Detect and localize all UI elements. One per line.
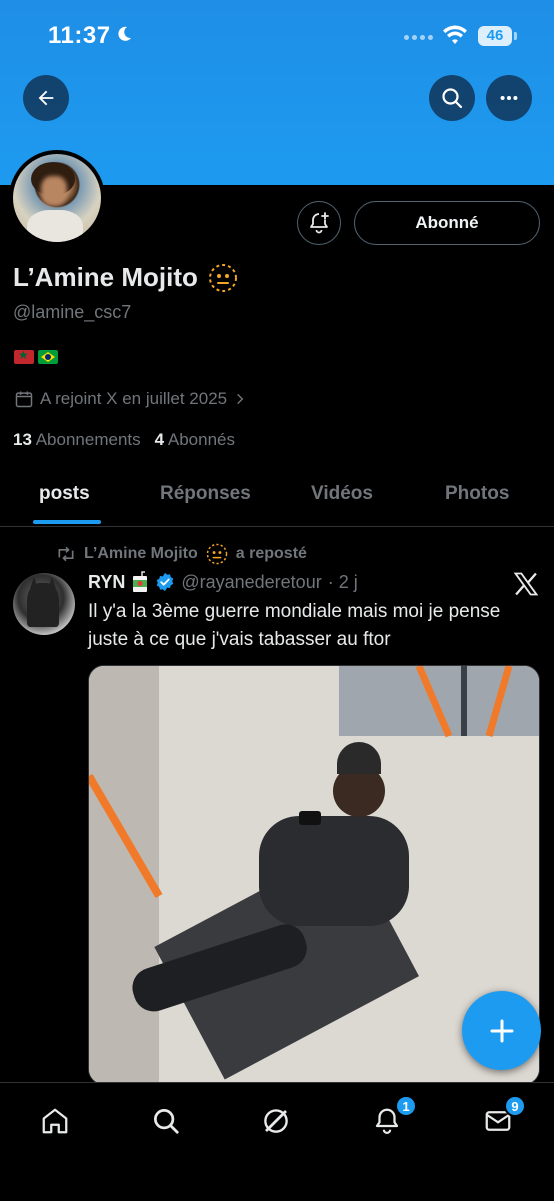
battery-tip (514, 32, 517, 40)
signal-icon (404, 35, 433, 40)
profile-tabs: posts Réponses Vidéos Photos (0, 468, 554, 527)
tab-replies[interactable]: Réponses (160, 483, 251, 505)
calendar-icon (15, 391, 33, 408)
post-age: · 2 j (327, 571, 358, 592)
active-tab-indicator (33, 520, 101, 524)
x-logo-icon[interactable] (512, 570, 540, 598)
more-button[interactable] (486, 75, 532, 121)
post-author-handle[interactable]: @rayanederetour (181, 572, 321, 593)
nav-search[interactable] (144, 1099, 188, 1143)
repost-author[interactable]: L’Amine Mojito (84, 545, 198, 563)
notify-button[interactable] (297, 201, 341, 245)
joined-text: A rejoint X en juillet 2025 (40, 389, 228, 408)
search-button[interactable] (429, 75, 475, 121)
brazil-flag-icon (38, 350, 58, 364)
post-author-name[interactable]: RYN (88, 572, 125, 593)
moon-icon (118, 26, 131, 41)
tab-posts[interactable]: posts (39, 483, 90, 505)
grok-icon (264, 1109, 288, 1133)
verified-icon (157, 572, 174, 592)
profile-handle: @lamine_csc7 (13, 302, 132, 322)
post-text: Il y'a la 3ème guerre mondiale mais moi … (88, 601, 501, 650)
tab-videos[interactable]: Vidéos (311, 483, 373, 505)
follow-counts: 13 Abonnements 4 Abonnés (13, 430, 235, 450)
juice-box-emoji-icon (133, 571, 148, 592)
post-author-avatar[interactable] (13, 573, 75, 635)
post-header: RYN @rayanederetour · 2 j (88, 571, 358, 593)
repost-icon (58, 546, 74, 562)
bio-flags (14, 350, 58, 364)
joined-date[interactable]: A rejoint X en juillet 2025 (14, 389, 247, 409)
nav-home[interactable] (33, 1099, 77, 1143)
plus-icon (490, 1019, 513, 1042)
back-button[interactable] (23, 75, 69, 121)
avatar-image (13, 154, 101, 242)
messages-badge: 9 (504, 1095, 526, 1117)
search-icon (442, 88, 463, 109)
status-bar: 11:37 46 (0, 0, 554, 72)
notifications-badge: 1 (395, 1095, 417, 1117)
nav-grok[interactable] (254, 1099, 298, 1143)
search-icon (154, 1109, 179, 1134)
battery-indicator: 46 (478, 26, 512, 46)
profile-name-text: L’Amine Mojito (13, 262, 198, 292)
compose-button[interactable] (462, 991, 541, 1070)
repost-label: a reposté (235, 545, 307, 562)
status-time: 11:37 (48, 22, 111, 49)
wifi-icon (443, 25, 467, 44)
following-label: Abonnements (35, 430, 141, 449)
more-icon (500, 95, 518, 101)
home-icon (42, 1108, 68, 1134)
profile-avatar[interactable] (9, 150, 105, 246)
tab-photos[interactable]: Photos (445, 483, 509, 505)
following-count: 13 (13, 430, 32, 449)
followers-label: Abonnés (167, 430, 236, 449)
bell-plus-icon (310, 212, 329, 234)
repost-line: L’Amine Mojito a reposté (56, 543, 307, 565)
dotted-face-emoji-icon (208, 263, 237, 292)
profile-name: L’Amine Mojito (13, 262, 238, 293)
chevron-right-icon (237, 393, 244, 405)
morocco-flag-icon (14, 350, 34, 364)
followers-count: 4 (154, 430, 165, 449)
bottom-navigation: 1 9 (0, 1082, 554, 1201)
following-button[interactable]: Abonné (354, 201, 540, 245)
following-link[interactable]: 13 Abonnements (13, 430, 141, 450)
dotted-face-emoji-icon (206, 543, 228, 565)
followers-link[interactable]: 4 Abonnés (155, 430, 235, 450)
back-arrow-icon (38, 90, 54, 106)
